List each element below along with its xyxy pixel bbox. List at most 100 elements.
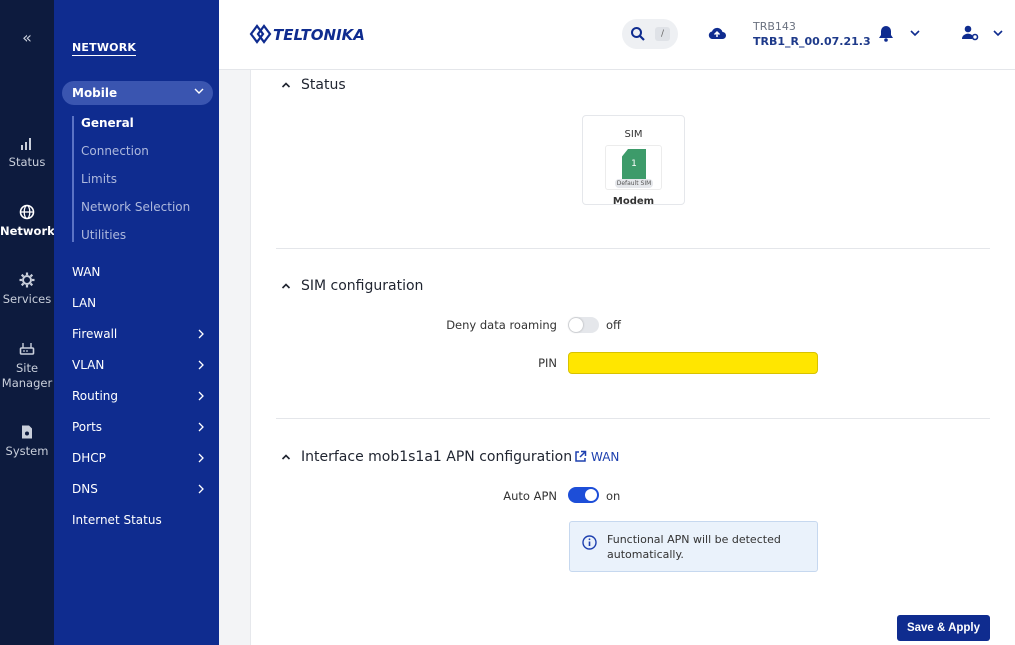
sidebar-item-label: WAN [72, 265, 101, 279]
sim-card[interactable]: SIM 1 Default SIM Modem [582, 115, 685, 207]
default-sim-badge: Default SIM [615, 179, 653, 188]
rail-label-services: Services [2, 292, 52, 306]
sidebar-item-internet-status[interactable]: Internet Status [72, 513, 212, 527]
sidebar-item-label: Firewall [72, 327, 118, 341]
sidebar-item-wan[interactable]: WAN [72, 265, 212, 279]
user-settings-icon [961, 25, 979, 41]
sim-slot: 1 Default SIM [605, 145, 662, 190]
sidebar-item-dhcp[interactable]: DHCP [72, 451, 212, 465]
deny-roaming-state: off [606, 318, 621, 332]
sidebar-item-label: DNS [72, 482, 98, 496]
save-apply-button[interactable]: Save & Apply [897, 615, 990, 641]
rail-item-services[interactable]: Services [0, 272, 54, 307]
search-icon [631, 27, 645, 41]
rail-label-status: Status [8, 155, 46, 169]
auto-apn-state: on [606, 489, 621, 503]
bar-chart-icon [21, 138, 31, 150]
sidebar-item-label: VLAN [72, 358, 105, 372]
wan-link-label: WAN [591, 450, 620, 464]
status-section-title: Status [301, 77, 346, 93]
submenu-line [72, 116, 74, 242]
icon-rail: « Status Network Services Site Manager S… [0, 0, 55, 645]
sidebar-item-label: Ports [72, 420, 103, 434]
sidebar-item-label: LAN [72, 296, 97, 310]
sidebar-subitem-network-selection[interactable]: Network Selection [81, 200, 190, 214]
rail-label-site-manager: Site Manager [1, 361, 53, 390]
section-divider [276, 418, 990, 419]
sidebar-subitem-connection[interactable]: Connection [81, 144, 149, 158]
sim-config-section-title: SIM configuration [301, 278, 424, 294]
main-content: Status SIM 1 Default SIM Modem SIM confi… [250, 70, 1015, 645]
cloud-upload-icon [708, 27, 726, 39]
firmware-version[interactable]: TRB1_R_00.07.21.3 [753, 35, 871, 48]
chevron-right-icon [198, 422, 204, 432]
rail-item-system[interactable]: System [0, 424, 54, 459]
bell-icon [879, 26, 893, 42]
sidebar-item-firewall[interactable]: Firewall [72, 327, 212, 341]
sidebar-item-mobile-label: Mobile [72, 86, 118, 100]
chevron-down-icon[interactable] [909, 28, 921, 38]
sidebar-item-routing[interactable]: Routing [72, 389, 212, 403]
router-icon [19, 343, 35, 355]
notifications-button[interactable] [878, 24, 894, 46]
apn-section-header[interactable]: Interface mob1s1a1 APN configuration [281, 449, 572, 465]
rail-item-network[interactable]: Network [0, 204, 55, 239]
sidebar-subitem-utilities[interactable]: Utilities [81, 228, 126, 242]
sidebar-item-dns[interactable]: DNS [72, 482, 212, 496]
chevron-right-icon [198, 391, 204, 401]
globe-icon [19, 204, 35, 220]
apn-info-text: Functional APN will be detected automati… [607, 533, 781, 561]
top-header: TELTONIKA / TRB143 TRB1_R_00.07.21.3 [219, 0, 1015, 70]
sidebar-item-ports[interactable]: Ports [72, 420, 212, 434]
sidebar-item-lan[interactable]: LAN [72, 296, 212, 310]
rail-label-system: System [5, 444, 49, 458]
teltonika-logo[interactable]: TELTONIKA [249, 22, 379, 50]
sidebar-item-mobile[interactable]: Mobile [62, 81, 213, 105]
pin-label: PIN [538, 356, 557, 370]
gear-icon [19, 272, 35, 288]
collapse-icon[interactable]: « [0, 28, 54, 47]
sidebar-item-label: DHCP [72, 451, 106, 465]
status-section-header[interactable]: Status [281, 77, 346, 93]
sim-label: SIM [624, 129, 643, 140]
chevron-up-icon [281, 283, 291, 289]
system-file-icon [22, 425, 32, 439]
auto-apn-toggle[interactable] [568, 487, 599, 503]
chevron-up-icon [281, 454, 291, 460]
sim-number: 1 [631, 159, 637, 169]
chevron-down-icon [194, 88, 204, 94]
deny-roaming-label: Deny data roaming [446, 318, 557, 332]
chevron-down-icon[interactable] [992, 28, 1004, 38]
chevron-up-icon [281, 82, 291, 88]
sidebar-subitem-limits[interactable]: Limits [81, 172, 117, 186]
sidebar-heading: NETWORK [72, 41, 137, 56]
user-menu-button[interactable] [961, 24, 979, 46]
modem-label: Modem [612, 196, 655, 207]
cloud-upload-button[interactable] [707, 24, 727, 46]
pin-input[interactable] [568, 352, 818, 374]
sidebar-item-vlan[interactable]: VLAN [72, 358, 212, 372]
sidebar-subitem-general[interactable]: General [81, 116, 134, 130]
info-icon [582, 535, 597, 550]
chevron-right-icon [198, 453, 204, 463]
external-link-icon [575, 450, 587, 462]
search-button[interactable]: / [622, 19, 678, 49]
apn-section-title: Interface mob1s1a1 APN configuration [301, 449, 573, 465]
chevron-right-icon [198, 329, 204, 339]
chevron-right-icon [198, 484, 204, 494]
logo-mark-icon: TELTONIKA [249, 24, 365, 44]
device-model: TRB143 [753, 20, 796, 33]
rail-item-site-manager[interactable]: Site Manager [0, 341, 54, 391]
brand-text: TELTONIKA [273, 26, 365, 44]
auto-apn-label: Auto APN [503, 489, 557, 503]
sim-card-icon: 1 [622, 149, 646, 179]
sidebar-item-label: Internet Status [72, 513, 162, 527]
search-shortcut-key: / [655, 27, 670, 41]
rail-label-network: Network [0, 224, 55, 238]
apn-info-box: Functional APN will be detected automati… [569, 521, 818, 572]
deny-roaming-toggle[interactable] [568, 317, 599, 333]
rail-item-status[interactable]: Status [0, 135, 54, 170]
chevron-right-icon [198, 360, 204, 370]
sim-config-section-header[interactable]: SIM configuration [281, 278, 423, 294]
wan-link[interactable]: WAN [574, 450, 619, 464]
